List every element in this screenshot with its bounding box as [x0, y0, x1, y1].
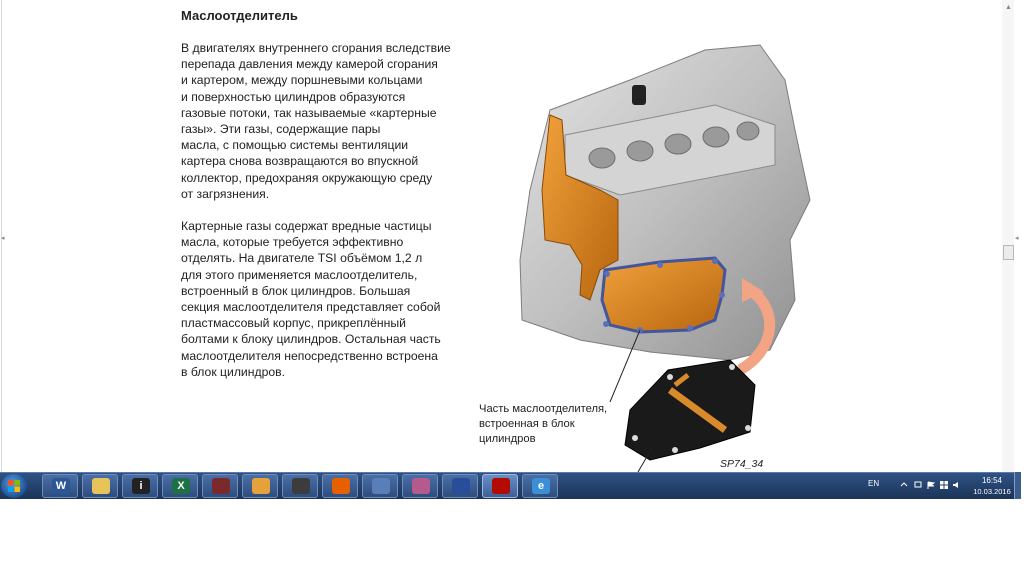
network-tool-icon	[292, 478, 310, 494]
system-tray: EN 16:54 10.03.2016	[858, 473, 1020, 499]
scroll-up-icon[interactable]: ▲	[1005, 4, 1012, 11]
pdf-reader-icon	[492, 478, 510, 494]
paint-icon	[412, 478, 430, 494]
firefox-icon	[332, 478, 350, 494]
taskbar-button[interactable]	[82, 474, 118, 498]
start-button[interactable]	[1, 474, 27, 498]
taskbar-button[interactable]	[482, 474, 518, 498]
taskbar-button[interactable]	[442, 474, 478, 498]
language-indicator[interactable]: EN	[868, 479, 879, 488]
taskbar-button[interactable]: W	[42, 474, 78, 498]
taskbar-button[interactable]	[402, 474, 438, 498]
action-center-flag-icon[interactable]	[927, 481, 935, 489]
document-page: Маслоотделитель В двигателях внутреннего…	[138, 0, 865, 472]
windows-logo-icon	[8, 480, 20, 492]
taskbar-button[interactable]: i	[122, 474, 158, 498]
right-nav-arrow-icon[interactable]: ◂	[1015, 235, 1019, 242]
excel-icon: X	[172, 478, 190, 494]
file-explorer-icon	[92, 478, 110, 494]
clock-time[interactable]: 16:54	[968, 476, 1016, 485]
taskbar: Wi Xe EN 16:54 10.03.2016	[0, 472, 1020, 499]
taskbar-button[interactable]	[362, 474, 398, 498]
mail-icon	[252, 478, 270, 494]
internet-explorer-icon: e	[532, 478, 550, 494]
tray-arrow-icon[interactable]	[900, 481, 908, 489]
taskbar-button[interactable]	[242, 474, 278, 498]
document-viewer: ◂ Маслоотделитель В двигателях внутренне…	[0, 0, 1024, 472]
left-nav-arrow-icon[interactable]: ◂	[1, 235, 5, 242]
volume-app-icon	[372, 478, 390, 494]
vertical-scrollbar[interactable]: ▲	[1002, 0, 1014, 472]
taskbar-button[interactable]: e	[522, 474, 558, 498]
taskbar-button[interactable]	[282, 474, 318, 498]
word-icon: W	[52, 478, 70, 494]
network-icon[interactable]	[940, 481, 948, 489]
clock-date[interactable]: 10.03.2016	[968, 487, 1016, 496]
taskbar-button[interactable]: X	[162, 474, 198, 498]
user-tool-icon	[452, 478, 470, 494]
paragraph-2: Картерные газы содержат вредные частицы …	[181, 219, 441, 379]
figure-caption: Часть маслоотделителя, встроенная в блок…	[479, 403, 608, 445]
volume-icon[interactable]	[953, 481, 961, 489]
info-app-icon: i	[132, 478, 150, 494]
figure-id: SP74_34	[720, 458, 764, 470]
device-icon[interactable]	[914, 481, 922, 489]
scrollbar-thumb[interactable]	[1003, 245, 1014, 260]
taskbar-button[interactable]	[202, 474, 238, 498]
page-title: Маслоотделитель	[181, 8, 298, 23]
show-desktop-button[interactable]	[1014, 472, 1021, 499]
taskbar-button[interactable]	[322, 474, 358, 498]
media-player-icon	[212, 478, 230, 494]
paragraph-1: В двигателях внутреннего сгорания вследс…	[181, 41, 451, 201]
